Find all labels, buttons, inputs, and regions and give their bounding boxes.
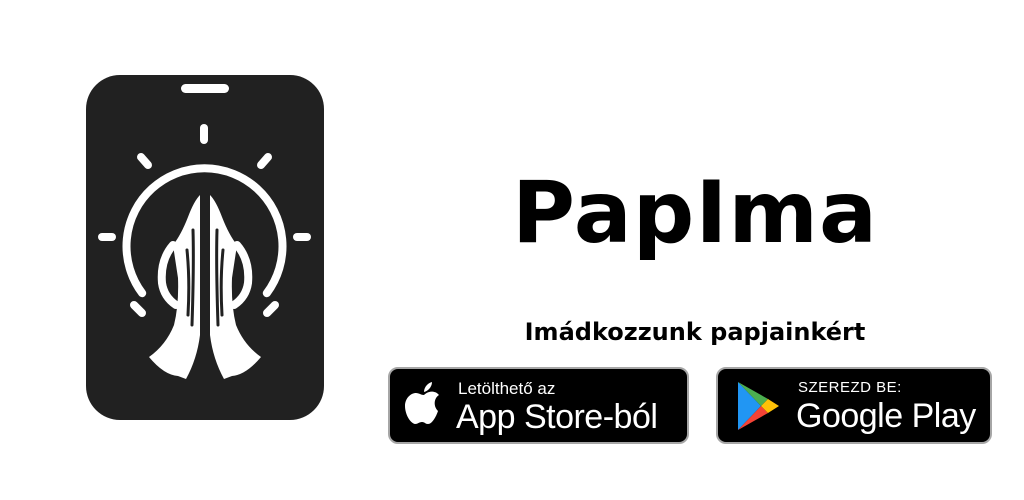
app-store-big-label: App Store-ból	[456, 398, 658, 436]
google-play-big-label: Google Play	[796, 397, 976, 435]
app-logo	[86, 75, 324, 420]
app-store-badge-button[interactable]: Letölthető az App Store-ból	[388, 367, 689, 444]
app-title: PapIma	[512, 163, 878, 263]
praying-hands-phone-icon	[86, 75, 324, 420]
google-play-badge-button[interactable]: SZEREZD BE: Google Play	[716, 367, 992, 444]
app-tagline: Imádkozzunk papjainkért	[524, 318, 866, 346]
google-play-icon	[736, 381, 780, 436]
app-store-small-label: Letölthető az	[458, 379, 556, 398]
apple-icon	[404, 379, 444, 436]
google-play-small-label: SZEREZD BE:	[798, 379, 902, 396]
